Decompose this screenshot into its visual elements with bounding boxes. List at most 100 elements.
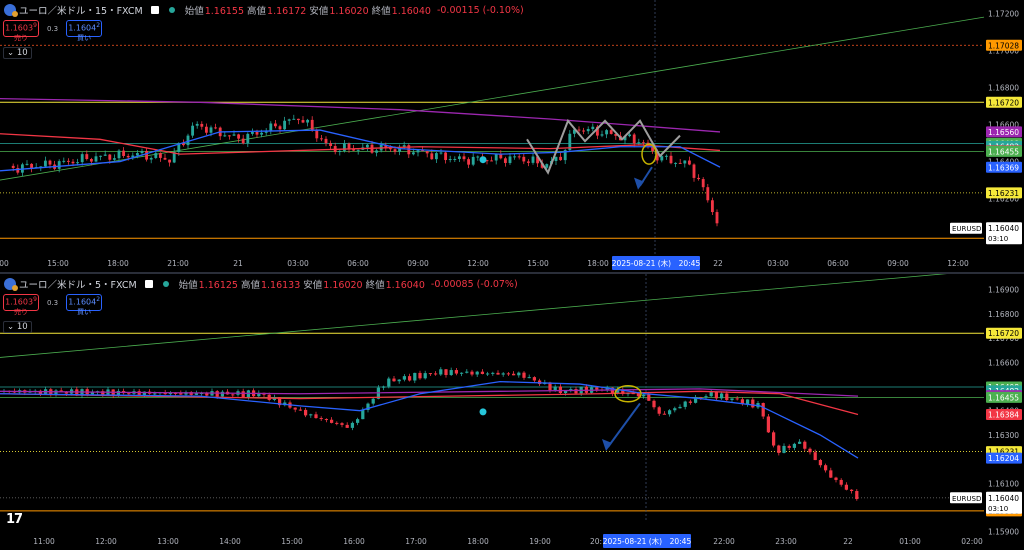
candle-body: [350, 422, 355, 428]
spread-value: 0.3: [47, 24, 59, 33]
candle-body: [511, 373, 516, 376]
candlestick-chart-5m[interactable]: 1.169001.168001.167001.166001.165001.164…: [0, 274, 1024, 550]
candle-body: [480, 371, 485, 374]
candle-body: [186, 135, 190, 146]
buy-button[interactable]: 1.16042 買い: [66, 294, 103, 316]
candle-body: [751, 399, 755, 408]
down-arrow-head-icon: [634, 177, 644, 190]
candle-body: [393, 149, 397, 152]
candle-body: [503, 158, 507, 163]
candle-body: [278, 126, 282, 130]
candle-body: [777, 445, 781, 453]
x-tick-label: 18:00: [467, 537, 489, 546]
chart-pane-5m[interactable]: 1.169001.168001.167001.166001.165001.164…: [0, 274, 1024, 550]
candle-body: [706, 187, 710, 201]
candle-body: [647, 394, 651, 401]
candle-body: [664, 155, 668, 157]
candle-body: [309, 414, 313, 416]
crosshair-time-label: 2025-08-21 (木) 20:45: [603, 536, 692, 546]
candle-body: [508, 156, 512, 163]
y-tick-label: 1.16800: [988, 310, 1019, 319]
candle-body: [168, 159, 172, 163]
candle-body: [117, 150, 121, 159]
candle-body: [140, 150, 144, 154]
candle-body: [220, 391, 225, 397]
candle-body: [545, 164, 549, 168]
candle-body: [823, 465, 828, 471]
candle-body: [397, 379, 401, 382]
x-tick-label: 06:00: [347, 259, 369, 268]
x-tick-label: 15:00: [47, 259, 69, 268]
ohlc-close: 終値1.16040: [365, 280, 425, 291]
candle-body: [714, 391, 719, 399]
candle-body: [457, 156, 461, 159]
bookmark-icon[interactable]: [150, 6, 159, 14]
candle-body: [470, 371, 474, 375]
candle-body: [506, 373, 511, 375]
candle-body: [413, 372, 417, 381]
bookmark-icon[interactable]: [144, 280, 153, 288]
candle-body: [554, 156, 558, 162]
candle-body: [688, 401, 693, 403]
down-arrow-head-icon: [602, 438, 612, 451]
price-tag-label: 1.16231: [988, 189, 1019, 198]
sell-button[interactable]: 1.16039 売り: [3, 20, 39, 42]
ohlc-high: 高値1.16133: [240, 280, 301, 291]
price-tag-label: 1.16455: [988, 393, 1019, 402]
candle-body: [574, 389, 578, 394]
candle-body: [787, 445, 791, 448]
chart-header: ユーロ／米ドル・15・FXCM 始値1.16155 高値1.16172 安値1.…: [4, 3, 524, 17]
candle-body: [595, 387, 599, 390]
candle-body: [11, 165, 15, 168]
candlestick-chart-15m[interactable]: 1.172001.170001.168001.166001.164001.162…: [0, 0, 1024, 272]
candle-body: [444, 369, 448, 376]
chart-pane-15m[interactable]: 1.172001.170001.168001.166001.164001.162…: [0, 0, 1024, 272]
candle-body: [766, 416, 771, 433]
trade-buttons: 1.16039 売り 0.3 1.16042 買い: [3, 20, 103, 42]
sell-button[interactable]: 1.16039 売り: [3, 294, 39, 316]
indicator-collapse-button[interactable]: ⌄ 10: [3, 321, 32, 333]
candle-body: [298, 409, 303, 411]
x-tick-label: 22:00: [713, 537, 735, 546]
x-tick-label: 18:00: [107, 259, 129, 268]
price-change: -0.00115 (-0.10%): [436, 4, 524, 16]
ohlc-open: 始値1.16155: [184, 6, 245, 17]
candle-body: [345, 424, 349, 428]
candle-body: [496, 372, 500, 375]
candle-body: [361, 410, 365, 420]
candle-body: [292, 118, 296, 120]
candle-body: [476, 156, 480, 158]
trade-buttons: 1.16039 売り 0.3 1.16042 買い: [3, 294, 103, 316]
candle-body: [296, 118, 300, 121]
buy-button[interactable]: 1.16042 買い: [66, 20, 103, 42]
symbol-title[interactable]: ユーロ／米ドル・15・FXCM: [19, 3, 143, 17]
candle-body: [582, 130, 586, 132]
candle-body: [324, 419, 329, 421]
candle-body: [418, 372, 422, 379]
candle-body: [467, 159, 471, 165]
candle-body: [660, 156, 664, 161]
indicator-collapse-button[interactable]: ⌄ 10: [3, 47, 32, 59]
price-tag-label: 1.16204: [988, 454, 1019, 463]
ohlc-close: 終値1.16040: [371, 6, 431, 17]
x-tick-label: 12:00: [467, 259, 489, 268]
x-tick-label: 22: [843, 537, 853, 546]
ma-blue-line: [0, 129, 721, 172]
symbol-title[interactable]: ユーロ／米ドル・5・FXCM: [19, 277, 137, 291]
candle-body: [303, 409, 308, 416]
candle-body: [803, 441, 807, 449]
candle-body: [628, 134, 632, 137]
candle-body: [849, 489, 854, 492]
candle-body: [577, 129, 581, 131]
x-tick-label: 09:00: [407, 259, 429, 268]
x-tick-label: 12:00: [947, 259, 969, 268]
candle-body: [200, 123, 204, 127]
candle-body: [462, 156, 466, 160]
candle-body: [223, 135, 227, 137]
candle-body: [71, 161, 75, 164]
x-tick-label: 15:00: [527, 259, 549, 268]
candle-body: [692, 164, 696, 178]
candle-body: [761, 403, 765, 417]
candle-body: [558, 386, 563, 393]
y-tick-label: 1.16600: [988, 358, 1019, 367]
